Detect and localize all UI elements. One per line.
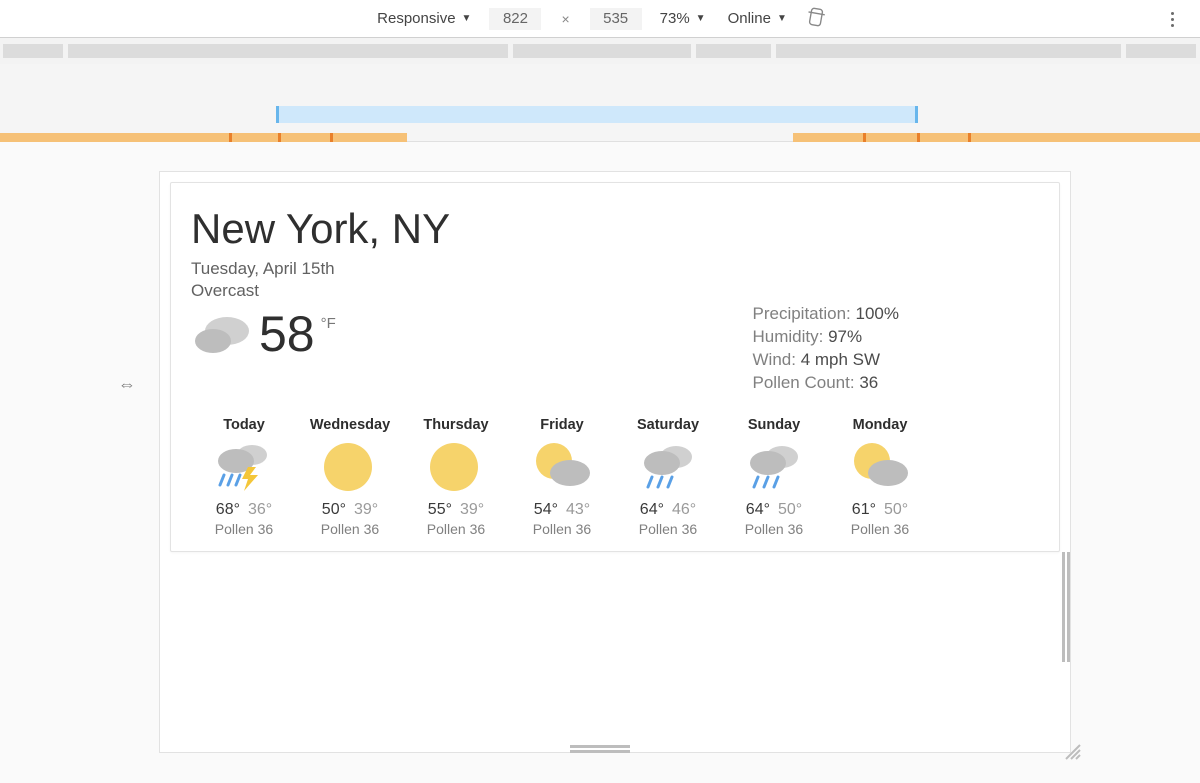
- zoom-label: 73%: [660, 10, 690, 27]
- device-stage: ⇔ New York, NY Tuesday, April 15th Overc…: [0, 142, 1200, 783]
- forecast-hi: 54°: [534, 501, 558, 518]
- forecast-day: Wednesday 50° 39° Pollen 36: [297, 417, 403, 537]
- overcast-icon: [191, 309, 253, 359]
- forecast-lo: 39°: [460, 501, 484, 518]
- resize-handle-bottom[interactable]: [570, 745, 630, 755]
- ruler-scale: [0, 38, 1200, 64]
- stat-humidity-label: Humidity:: [753, 327, 824, 346]
- more-options-button[interactable]: [1162, 9, 1182, 29]
- forecast-lo: 43°: [566, 501, 590, 518]
- stat-wind-value: 4 mph SW: [801, 350, 880, 369]
- forecast-icon: [297, 439, 403, 495]
- forecast-icon: [827, 439, 933, 495]
- stat-pollen-label: Pollen Count:: [753, 373, 855, 392]
- forecast-hi: 68°: [216, 501, 240, 518]
- forecast-lo: 50°: [778, 501, 802, 518]
- width-input[interactable]: [489, 8, 541, 30]
- forecast-day-name: Monday: [827, 417, 933, 433]
- forecast-hi: 50°: [322, 501, 346, 518]
- weather-city: New York, NY: [191, 205, 1039, 253]
- caret-down-icon: ▼: [777, 13, 787, 24]
- device-preset-label: Responsive: [377, 10, 455, 27]
- forecast-day: Today 68° 36° Pollen 36: [191, 417, 297, 537]
- forecast-day: Friday 54° 43° Pollen 36: [509, 417, 615, 537]
- caret-down-icon: ▼: [462, 13, 472, 24]
- forecast-lo: 39°: [354, 501, 378, 518]
- media-query-bar-max[interactable]: [0, 106, 1200, 126]
- network-throttle-select[interactable]: Online ▼: [724, 8, 791, 29]
- stat-pollen-value: 36: [859, 373, 878, 392]
- forecast-pollen: Pollen 36: [615, 521, 721, 537]
- forecast-day-name: Thursday: [403, 417, 509, 433]
- weather-date: Tuesday, April 15th: [191, 259, 1039, 279]
- forecast-lo: 50°: [884, 501, 908, 518]
- temp-unit: °F: [321, 309, 336, 332]
- network-label: Online: [728, 10, 771, 27]
- resize-handle-left[interactable]: ⇔: [118, 374, 136, 395]
- forecast-day-name: Wednesday: [297, 417, 403, 433]
- forecast-pollen: Pollen 36: [721, 521, 827, 537]
- forecast-lo: 46°: [672, 501, 696, 518]
- forecast-day-name: Today: [191, 417, 297, 433]
- forecast-hi: 55°: [428, 501, 452, 518]
- weather-condition: Overcast: [191, 281, 1039, 301]
- forecast-icon: [509, 439, 615, 495]
- resize-handle-right[interactable]: [1062, 552, 1072, 662]
- forecast-day: Thursday 55° 39° Pollen 36: [403, 417, 509, 537]
- forecast-icon: [191, 439, 297, 495]
- stat-humidity-value: 97%: [828, 327, 862, 346]
- forecast-hi: 64°: [746, 501, 770, 518]
- forecast-pollen: Pollen 36: [827, 521, 933, 537]
- caret-down-icon: ▼: [696, 13, 706, 24]
- device-viewport: New York, NY Tuesday, April 15th Overcas…: [160, 172, 1070, 752]
- responsive-ruler: [0, 38, 1200, 142]
- forecast-hi: 64°: [640, 501, 664, 518]
- forecast-day-name: Saturday: [615, 417, 721, 433]
- device-preset-select[interactable]: Responsive ▼: [373, 8, 475, 29]
- forecast-icon: [615, 439, 721, 495]
- forecast-day: Sunday 64° 50° Pollen 36: [721, 417, 827, 537]
- forecast-day: Monday 61° 50° Pollen 36: [827, 417, 933, 537]
- current-temp-block: 58 °F: [191, 309, 336, 359]
- forecast-lo: 36°: [248, 501, 272, 518]
- forecast-pollen: Pollen 36: [403, 521, 509, 537]
- forecast-icon: [403, 439, 509, 495]
- stat-precip-label: Precipitation:: [753, 304, 851, 323]
- stat-wind-label: Wind:: [753, 350, 796, 369]
- rotate-icon: [803, 4, 828, 29]
- forecast-pollen: Pollen 36: [191, 521, 297, 537]
- forecast-icon: [721, 439, 827, 495]
- stat-precip-value: 100%: [856, 304, 899, 323]
- forecast-hi: 61°: [852, 501, 876, 518]
- forecast-day-name: Friday: [509, 417, 615, 433]
- height-input[interactable]: [590, 8, 642, 30]
- forecast-pollen: Pollen 36: [509, 521, 615, 537]
- weather-card: New York, NY Tuesday, April 15th Overcas…: [170, 182, 1060, 552]
- rotate-button[interactable]: [805, 6, 827, 32]
- resize-handle-corner[interactable]: [1064, 743, 1082, 761]
- weather-stats: Precipitation: 100% Humidity: 97% Wind: …: [753, 303, 900, 395]
- zoom-select[interactable]: 73% ▼: [656, 8, 710, 29]
- forecast-day-name: Sunday: [721, 417, 827, 433]
- responsive-toolbar: Responsive ▼ × 73% ▼ Online ▼: [0, 0, 1200, 38]
- forecast-pollen: Pollen 36: [297, 521, 403, 537]
- current-temp: 58: [259, 309, 315, 359]
- forecast-day: Saturday 64° 46° Pollen 36: [615, 417, 721, 537]
- forecast-row: Today 68° 36° Pollen 36 Wednesday 50° 39° Polle…: [191, 417, 1039, 537]
- dimension-separator: ×: [555, 11, 575, 27]
